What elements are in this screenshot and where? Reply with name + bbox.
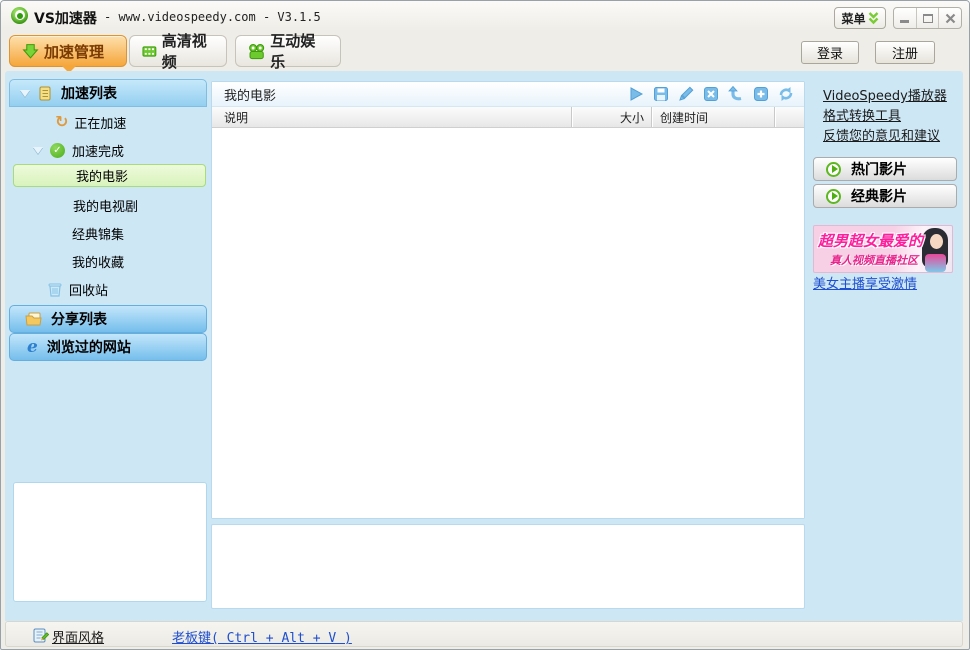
share-folder-icon bbox=[25, 311, 43, 327]
classic-movies-button[interactable]: 经典影片 bbox=[813, 184, 957, 208]
app-logo-icon bbox=[11, 7, 28, 24]
hot-movies-label: 热门影片 bbox=[851, 159, 907, 179]
check-green-icon: ✓ bbox=[50, 143, 65, 158]
hot-movies-button[interactable]: 热门影片 bbox=[813, 157, 957, 181]
column-created-time[interactable]: 创建时间 bbox=[652, 107, 775, 127]
register-label: 注册 bbox=[892, 43, 918, 62]
ad-link[interactable]: 美女主播享受激情 bbox=[813, 273, 917, 292]
sidebar-header-label: 浏览过的网站 bbox=[47, 337, 131, 357]
app-title: VS加速器 bbox=[34, 8, 97, 28]
logo-swirl-inner bbox=[17, 13, 23, 19]
tab-label: 互动娱乐 bbox=[270, 30, 328, 72]
titlebar: VS加速器 - www.videospeedy.com - V3.1.5 菜单 bbox=[1, 1, 969, 31]
sidebar-preview-panel bbox=[13, 482, 207, 602]
toolbar bbox=[626, 84, 796, 104]
movie-list-area[interactable] bbox=[212, 128, 804, 518]
minimize-icon bbox=[900, 20, 909, 23]
undo-icon[interactable] bbox=[726, 84, 746, 104]
list-column-header: 说明 大小 创建时间 bbox=[212, 107, 804, 128]
sidebar-item-accel-complete[interactable]: ✓ 加速完成 bbox=[33, 139, 124, 161]
add-icon[interactable] bbox=[751, 84, 771, 104]
tab-label: 高清视频 bbox=[162, 30, 214, 72]
column-size[interactable]: 大小 bbox=[572, 107, 652, 127]
column-description[interactable]: 说明 bbox=[212, 107, 572, 127]
maximize-button[interactable] bbox=[917, 8, 940, 28]
tab-hd-video[interactable]: 高清视频 bbox=[129, 35, 227, 67]
menu-label: 菜单 bbox=[841, 10, 865, 27]
login-button[interactable]: 登录 bbox=[801, 41, 859, 64]
sidebar-item-label: 正在加速 bbox=[74, 113, 126, 132]
interface-style-link[interactable]: 界面风格 bbox=[52, 627, 104, 646]
sidebar-item-classic-collection[interactable]: 经典锦集 bbox=[72, 222, 124, 244]
collapse-triangle-icon bbox=[20, 90, 30, 102]
app-window: VS加速器 - www.videospeedy.com - V3.1.5 菜单 … bbox=[0, 0, 970, 650]
trash-icon bbox=[47, 281, 63, 298]
app-title-suffix: - www.videospeedy.com - V3.1.5 bbox=[104, 10, 321, 24]
interface-style-icon bbox=[33, 627, 49, 643]
ad-headline: 超男超女最爱的 bbox=[818, 230, 923, 251]
close-button[interactable] bbox=[939, 8, 961, 28]
save-icon[interactable] bbox=[651, 84, 671, 104]
chevron-double-down-icon bbox=[868, 12, 879, 25]
tab-interactive-fun[interactable]: 互动娱乐 bbox=[235, 35, 341, 67]
refresh-icon[interactable] bbox=[776, 84, 796, 104]
status-bar: 界面风格 老板键( Ctrl + Alt + V ) bbox=[5, 621, 963, 647]
ad-model-face bbox=[930, 234, 943, 249]
ad-banner[interactable]: 超男超女最爱的 真人视频直播社区 bbox=[813, 225, 953, 273]
sidebar-header-browsed-sites[interactable]: e 浏览过的网站 bbox=[9, 333, 207, 361]
detail-panel bbox=[211, 524, 805, 609]
sidebar-item-label: 回收站 bbox=[69, 280, 108, 299]
ad-model-outfit bbox=[925, 254, 946, 272]
boss-key-link[interactable]: 老板键( Ctrl + Alt + V ) bbox=[172, 627, 352, 646]
login-label: 登录 bbox=[817, 43, 843, 62]
link-format-converter[interactable]: 格式转换工具 bbox=[823, 105, 901, 124]
column-spacer bbox=[775, 107, 804, 127]
sidebar-item-my-tv-series[interactable]: 我的电视剧 bbox=[73, 194, 138, 216]
play-circle-icon bbox=[826, 162, 841, 177]
minimize-button[interactable] bbox=[894, 8, 917, 28]
sidebar-item-label: 经典锦集 bbox=[72, 224, 124, 243]
film-icon bbox=[142, 43, 157, 60]
edit-icon[interactable] bbox=[676, 84, 696, 104]
delete-icon[interactable] bbox=[701, 84, 721, 104]
register-button[interactable]: 注册 bbox=[875, 41, 935, 64]
link-videospeedy-player[interactable]: VideoSpeedy播放器 bbox=[823, 85, 947, 104]
tab-label: 加速管理 bbox=[44, 41, 104, 62]
sidebar-item-my-favorites[interactable]: 我的收藏 bbox=[72, 250, 124, 272]
video-camera-icon bbox=[248, 43, 265, 60]
main-panel: 我的电影 bbox=[211, 81, 805, 519]
sidebar-item-label: 加速完成 bbox=[72, 141, 124, 160]
window-controls bbox=[893, 7, 962, 29]
sidebar-item-recycle-bin[interactable]: 回收站 bbox=[47, 278, 108, 300]
menu-button[interactable]: 菜单 bbox=[834, 7, 886, 29]
sidebar-item-accelerating[interactable]: ↻ 正在加速 bbox=[55, 111, 126, 133]
link-feedback[interactable]: 反馈您的意见和建议 bbox=[823, 125, 940, 144]
sidebar-item-my-movies[interactable]: 我的电影 bbox=[13, 164, 206, 187]
maximize-icon bbox=[923, 14, 933, 23]
sidebar-header-accel-list[interactable]: 加速列表 bbox=[9, 79, 207, 107]
tab-accel-manage[interactable]: 加速管理 bbox=[9, 35, 127, 67]
sidebar-item-label: 我的电影 bbox=[76, 166, 128, 185]
classic-movies-label: 经典影片 bbox=[851, 186, 907, 206]
sidebar-item-label: 我的电视剧 bbox=[73, 196, 138, 215]
sidebar-item-label: 我的收藏 bbox=[72, 252, 124, 271]
refresh-orange-icon: ↻ bbox=[55, 114, 68, 130]
sidebar-header-label: 加速列表 bbox=[61, 83, 117, 103]
sidebar-header-share-list[interactable]: 分享列表 bbox=[9, 305, 207, 333]
notepad-icon bbox=[38, 86, 52, 101]
internet-explorer-icon: e bbox=[27, 337, 38, 357]
collapse-triangle-icon bbox=[33, 147, 43, 159]
sidebar-header-label: 分享列表 bbox=[51, 309, 107, 329]
ad-subline: 真人视频直播社区 bbox=[830, 252, 918, 268]
play-circle-icon bbox=[826, 189, 841, 204]
close-icon bbox=[945, 13, 956, 24]
play-icon[interactable] bbox=[626, 84, 646, 104]
download-arrow-icon bbox=[22, 43, 39, 60]
main-panel-title: 我的电影 bbox=[212, 85, 276, 104]
main-panel-header: 我的电影 bbox=[212, 82, 804, 107]
